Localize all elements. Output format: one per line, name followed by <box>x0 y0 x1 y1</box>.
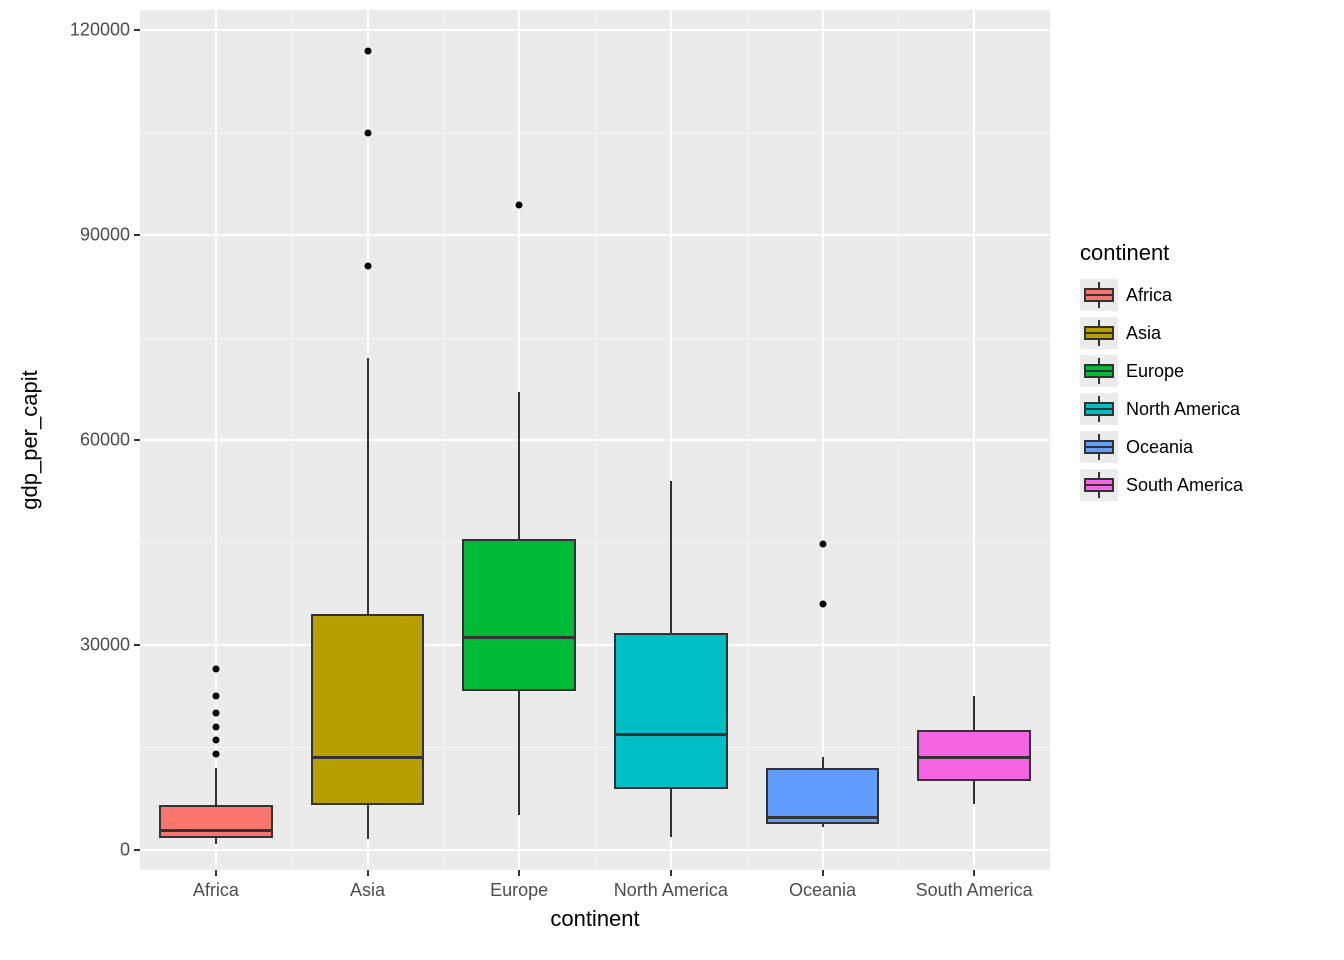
legend-item: Oceania <box>1080 428 1243 466</box>
outlier-point <box>516 201 523 208</box>
outlier-point <box>212 665 219 672</box>
x-axis-title: continent <box>550 906 639 932</box>
outlier-point <box>212 710 219 717</box>
x-tick <box>973 870 975 876</box>
outlier-point <box>364 129 371 136</box>
x-tick <box>822 870 824 876</box>
box <box>159 805 273 838</box>
x-tick-label: Africa <box>193 880 239 901</box>
box <box>614 633 728 789</box>
legend-item: Europe <box>1080 352 1243 390</box>
y-tick <box>134 29 140 31</box>
legend-key <box>1080 355 1118 387</box>
y-tick-label: 60000 <box>60 430 130 451</box>
x-tick-label: South America <box>916 880 1033 901</box>
x-tick-label: Oceania <box>789 880 856 901</box>
legend-item: North America <box>1080 390 1243 428</box>
outlier-point <box>819 600 826 607</box>
x-tick-label: Asia <box>350 880 385 901</box>
chart-container: gdp_per_capit continent continent Africa… <box>0 0 1344 960</box>
legend-key <box>1080 279 1118 311</box>
legend-label: Africa <box>1126 285 1172 306</box>
legend-label: South America <box>1126 475 1243 496</box>
x-tick-label: Europe <box>490 880 548 901</box>
median-line <box>159 829 273 832</box>
legend-label: Europe <box>1126 361 1184 382</box>
x-tick-label: North America <box>614 880 728 901</box>
box <box>311 614 425 805</box>
legend-title: continent <box>1080 240 1243 266</box>
legend-key <box>1080 393 1118 425</box>
y-tick-label: 120000 <box>60 20 130 41</box>
outlier-point <box>212 723 219 730</box>
box <box>462 539 576 691</box>
legend-item: South America <box>1080 466 1243 504</box>
gridline-minor-v <box>747 10 748 870</box>
y-tick-label: 90000 <box>60 225 130 246</box>
median-line <box>766 816 880 819</box>
legend-label: Asia <box>1126 323 1161 344</box>
y-tick-label: 0 <box>60 839 130 860</box>
legend-label: North America <box>1126 399 1240 420</box>
outlier-point <box>364 262 371 269</box>
gridline-v <box>822 10 824 870</box>
legend: continent Africa Asia Europe North America O… <box>1080 240 1243 504</box>
gridline-minor-v <box>898 10 899 870</box>
y-tick <box>134 644 140 646</box>
median-line <box>917 756 1031 759</box>
gridline-minor-v <box>595 10 596 870</box>
median-line <box>311 756 425 759</box>
gridline-minor-v <box>443 10 444 870</box>
outlier-point <box>212 750 219 757</box>
outlier-point <box>819 540 826 547</box>
y-tick <box>134 234 140 236</box>
x-tick <box>367 870 369 876</box>
x-tick <box>670 870 672 876</box>
legend-item: Africa <box>1080 276 1243 314</box>
legend-key <box>1080 317 1118 349</box>
y-tick <box>134 849 140 851</box>
median-line <box>614 733 728 736</box>
outlier-point <box>212 692 219 699</box>
legend-item: Asia <box>1080 314 1243 352</box>
outlier-point <box>212 737 219 744</box>
gridline-minor-v <box>292 10 293 870</box>
x-tick <box>215 870 217 876</box>
legend-key <box>1080 469 1118 501</box>
x-tick <box>518 870 520 876</box>
y-axis-title: gdp_per_capit <box>17 370 43 509</box>
legend-label: Oceania <box>1126 437 1193 458</box>
legend-key <box>1080 431 1118 463</box>
median-line <box>462 636 576 639</box>
y-tick-label: 30000 <box>60 634 130 655</box>
y-tick <box>134 439 140 441</box>
outlier-point <box>364 47 371 54</box>
